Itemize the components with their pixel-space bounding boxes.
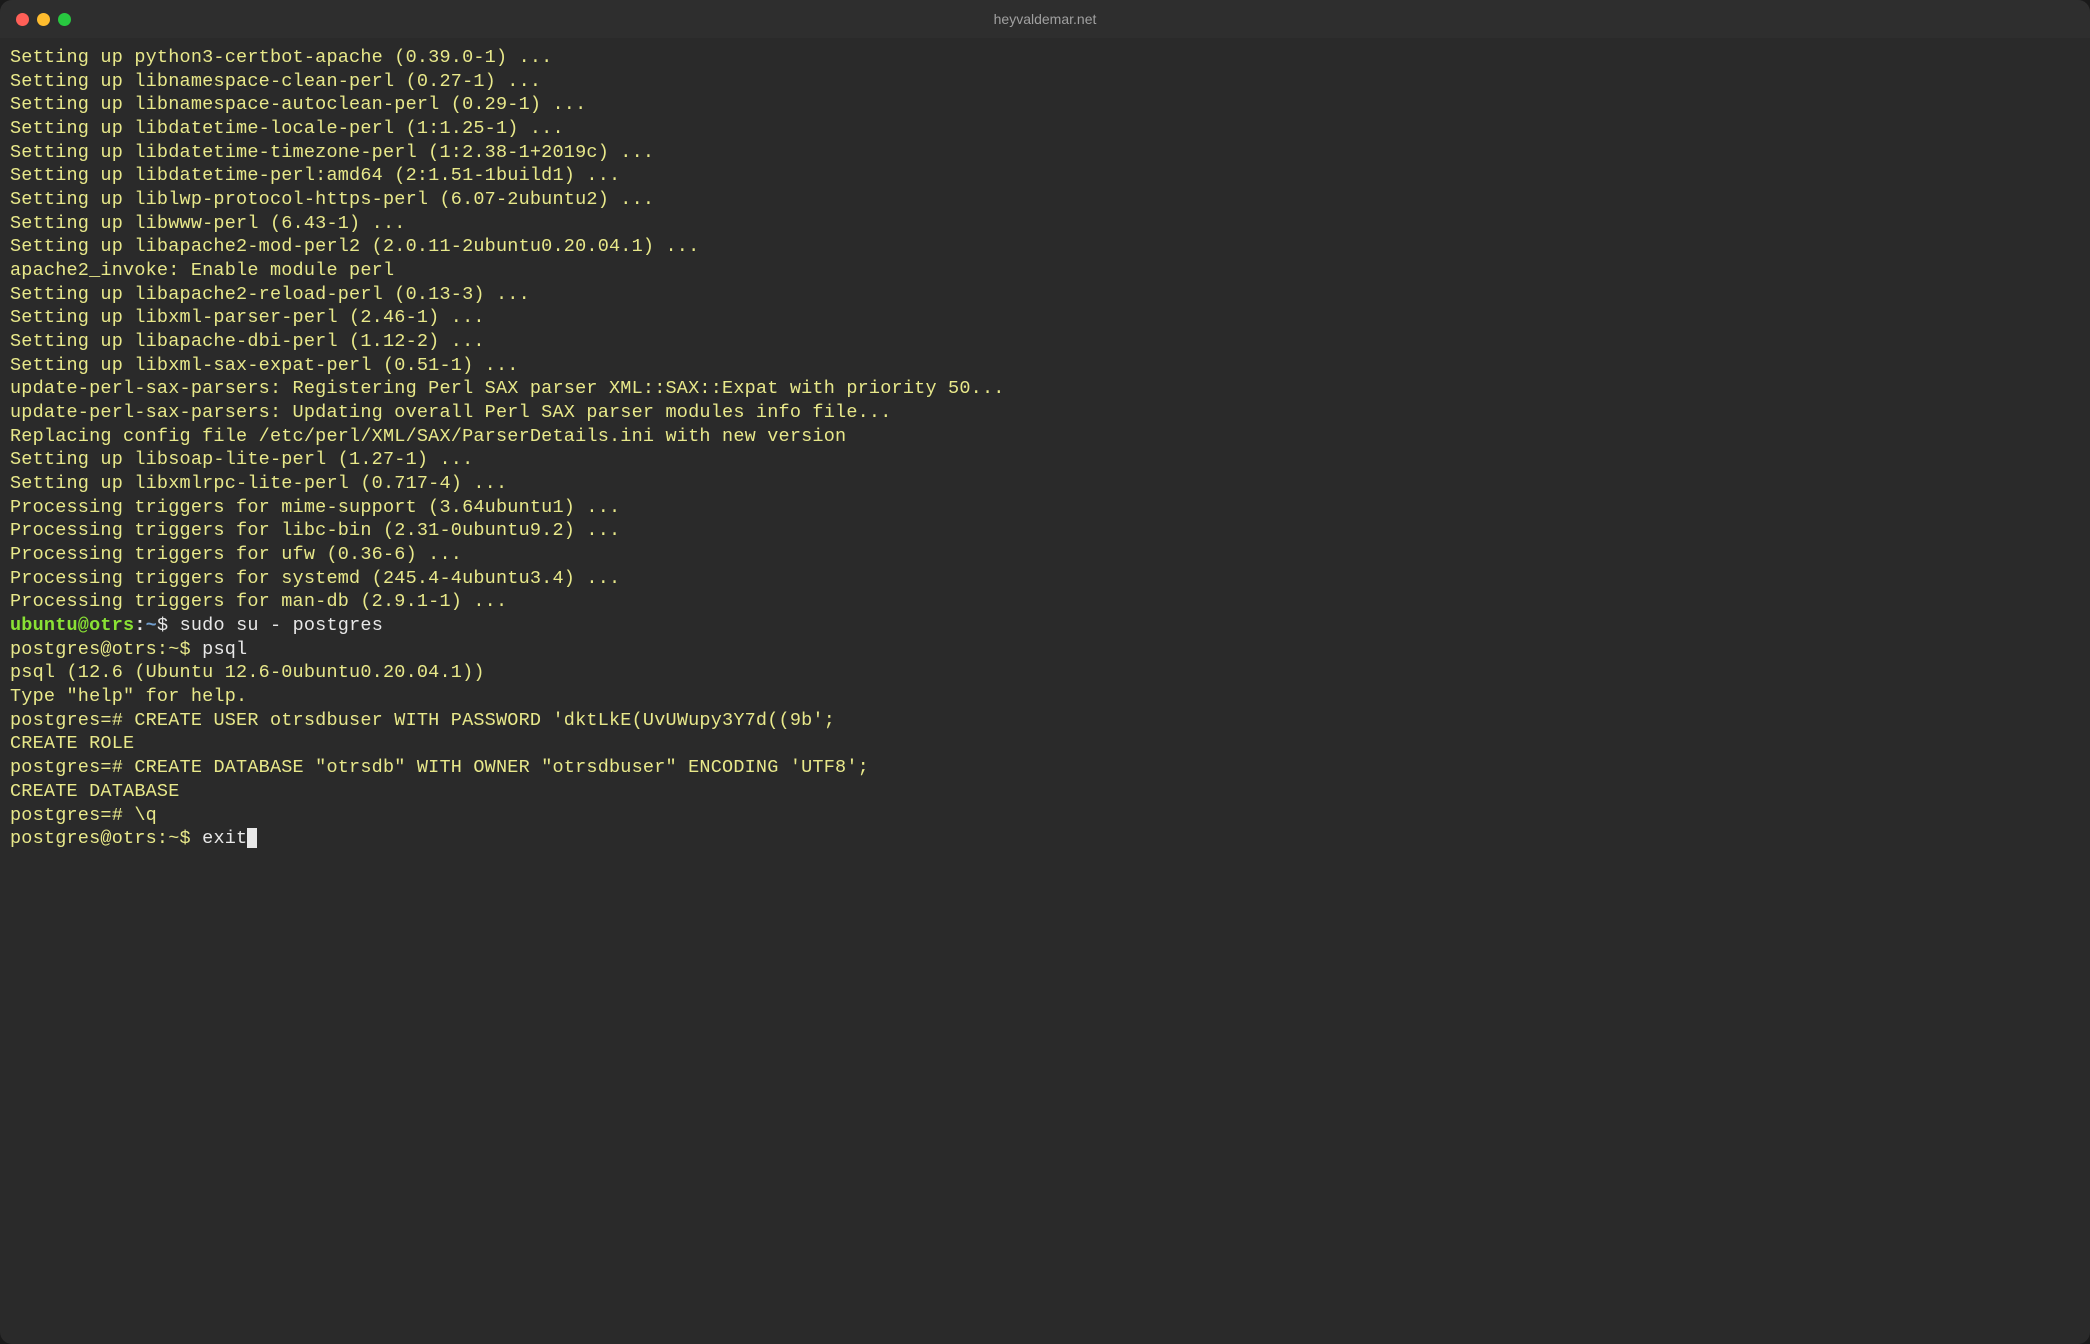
- command-text: exit: [202, 828, 247, 849]
- output-text: Processing triggers for mime-support (3.…: [10, 497, 620, 518]
- traffic-lights: [0, 13, 71, 26]
- output-text: Setting up libsoap-lite-perl (1.27-1) ..…: [10, 449, 473, 470]
- close-icon[interactable]: [16, 13, 29, 26]
- psql-text: CREATE USER otrsdbuser WITH PASSWORD 'dk…: [134, 710, 835, 731]
- output-text: Setting up python3-certbot-apache (0.39.…: [10, 47, 553, 68]
- terminal-line: Setting up libdatetime-perl:amd64 (2:1.5…: [10, 164, 2080, 188]
- output-text: Setting up libapache-dbi-perl (1.12-2) .…: [10, 331, 485, 352]
- terminal-line: postgres=# CREATE DATABASE "otrsdb" WITH…: [10, 756, 2080, 780]
- output-text: Setting up libwww-perl (6.43-1) ...: [10, 213, 406, 234]
- terminal-line: Setting up libxmlrpc-lite-perl (0.717-4)…: [10, 472, 2080, 496]
- terminal-line: Type "help" for help.: [10, 685, 2080, 709]
- cursor-icon: [247, 828, 257, 848]
- terminal-line: Setting up libdatetime-locale-perl (1:1.…: [10, 117, 2080, 141]
- terminal-line: Setting up libapache2-mod-perl2 (2.0.11-…: [10, 235, 2080, 259]
- terminal-line: postgres=# \q: [10, 804, 2080, 828]
- output-text: update-perl-sax-parsers: Registering Per…: [10, 378, 1005, 399]
- output-text: Setting up libnamespace-autoclean-perl (…: [10, 94, 586, 115]
- terminal-line: apache2_invoke: Enable module perl: [10, 259, 2080, 283]
- terminal-line: Setting up libnamespace-clean-perl (0.27…: [10, 70, 2080, 94]
- terminal-line: CREATE DATABASE: [10, 780, 2080, 804]
- terminal-content[interactable]: Setting up python3-certbot-apache (0.39.…: [0, 38, 2090, 1344]
- psql-text: \q: [134, 805, 157, 826]
- terminal-line: Setting up libxml-parser-perl (2.46-1) .…: [10, 306, 2080, 330]
- output-text: Replacing config file /etc/perl/XML/SAX/…: [10, 426, 846, 447]
- psql-text: CREATE DATABASE: [10, 781, 180, 802]
- terminal-line: Setting up libsoap-lite-perl (1.27-1) ..…: [10, 448, 2080, 472]
- output-text: Setting up libdatetime-perl:amd64 (2:1.5…: [10, 165, 620, 186]
- terminal-line: update-perl-sax-parsers: Registering Per…: [10, 377, 2080, 401]
- prompt-sign: $: [157, 615, 180, 636]
- output-text: Processing triggers for systemd (245.4-4…: [10, 568, 620, 589]
- output-text: Setting up libnamespace-clean-perl (0.27…: [10, 71, 541, 92]
- output-text: Processing triggers for man-db (2.9.1-1)…: [10, 591, 507, 612]
- titlebar: heyvaldemar.net: [0, 0, 2090, 38]
- command-text: sudo su - postgres: [180, 615, 383, 636]
- psql-prompt: postgres=#: [10, 757, 134, 778]
- prompt-text: postgres@otrs:~$: [10, 828, 202, 849]
- terminal-window: heyvaldemar.net Setting up python3-certb…: [0, 0, 2090, 1344]
- window-title: heyvaldemar.net: [994, 11, 1097, 27]
- terminal-line: postgres=# CREATE USER otrsdbuser WITH P…: [10, 709, 2080, 733]
- output-text: Setting up libdatetime-locale-perl (1:1.…: [10, 118, 564, 139]
- output-text: Processing triggers for ufw (0.36-6) ...: [10, 544, 462, 565]
- output-text: Setting up libapache2-mod-perl2 (2.0.11-…: [10, 236, 699, 257]
- output-text: Setting up libxml-parser-perl (2.46-1) .…: [10, 307, 485, 328]
- terminal-line: Setting up libapache-dbi-perl (1.12-2) .…: [10, 330, 2080, 354]
- terminal-line: Replacing config file /etc/perl/XML/SAX/…: [10, 425, 2080, 449]
- command-text: psql: [202, 639, 247, 660]
- output-text: update-perl-sax-parsers: Updating overal…: [10, 402, 892, 423]
- terminal-line: update-perl-sax-parsers: Updating overal…: [10, 401, 2080, 425]
- output-text: Setting up libxmlrpc-lite-perl (0.717-4)…: [10, 473, 507, 494]
- output-text: Type "help" for help.: [10, 686, 247, 707]
- terminal-line: psql (12.6 (Ubuntu 12.6-0ubuntu0.20.04.1…: [10, 661, 2080, 685]
- maximize-icon[interactable]: [58, 13, 71, 26]
- terminal-line: Setting up libapache2-reload-perl (0.13-…: [10, 283, 2080, 307]
- terminal-line: Processing triggers for mime-support (3.…: [10, 496, 2080, 520]
- minimize-icon[interactable]: [37, 13, 50, 26]
- output-text: psql (12.6 (Ubuntu 12.6-0ubuntu0.20.04.1…: [10, 662, 485, 683]
- psql-text: CREATE ROLE: [10, 733, 134, 754]
- terminal-line: Setting up libnamespace-autoclean-perl (…: [10, 93, 2080, 117]
- output-text: Setting up libapache2-reload-perl (0.13-…: [10, 284, 530, 305]
- terminal-line: Setting up libdatetime-timezone-perl (1:…: [10, 141, 2080, 165]
- prompt-user: ubuntu@otrs: [10, 615, 134, 636]
- prompt-separator: :: [134, 615, 145, 636]
- terminal-line: postgres@otrs:~$ exit: [10, 827, 2080, 851]
- psql-prompt: postgres=#: [10, 710, 134, 731]
- terminal-line: postgres@otrs:~$ psql: [10, 638, 2080, 662]
- terminal-line: Setting up liblwp-protocol-https-perl (6…: [10, 188, 2080, 212]
- terminal-line: Processing triggers for systemd (245.4-4…: [10, 567, 2080, 591]
- output-text: Processing triggers for libc-bin (2.31-0…: [10, 520, 620, 541]
- prompt-path: ~: [146, 615, 157, 636]
- terminal-line: Processing triggers for ufw (0.36-6) ...: [10, 543, 2080, 567]
- terminal-line: Setting up python3-certbot-apache (0.39.…: [10, 46, 2080, 70]
- psql-prompt: postgres=#: [10, 805, 134, 826]
- terminal-line: ubuntu@otrs:~$ sudo su - postgres: [10, 614, 2080, 638]
- terminal-line: Processing triggers for libc-bin (2.31-0…: [10, 519, 2080, 543]
- output-text: Setting up liblwp-protocol-https-perl (6…: [10, 189, 654, 210]
- output-text: apache2_invoke: Enable module perl: [10, 260, 394, 281]
- terminal-line: CREATE ROLE: [10, 732, 2080, 756]
- output-text: Setting up libxml-sax-expat-perl (0.51-1…: [10, 355, 519, 376]
- terminal-line: Setting up libwww-perl (6.43-1) ...: [10, 212, 2080, 236]
- psql-text: CREATE DATABASE "otrsdb" WITH OWNER "otr…: [134, 757, 869, 778]
- output-text: Setting up libdatetime-timezone-perl (1:…: [10, 142, 654, 163]
- prompt-text: postgres@otrs:~$: [10, 639, 202, 660]
- terminal-line: Processing triggers for man-db (2.9.1-1)…: [10, 590, 2080, 614]
- terminal-line: Setting up libxml-sax-expat-perl (0.51-1…: [10, 354, 2080, 378]
